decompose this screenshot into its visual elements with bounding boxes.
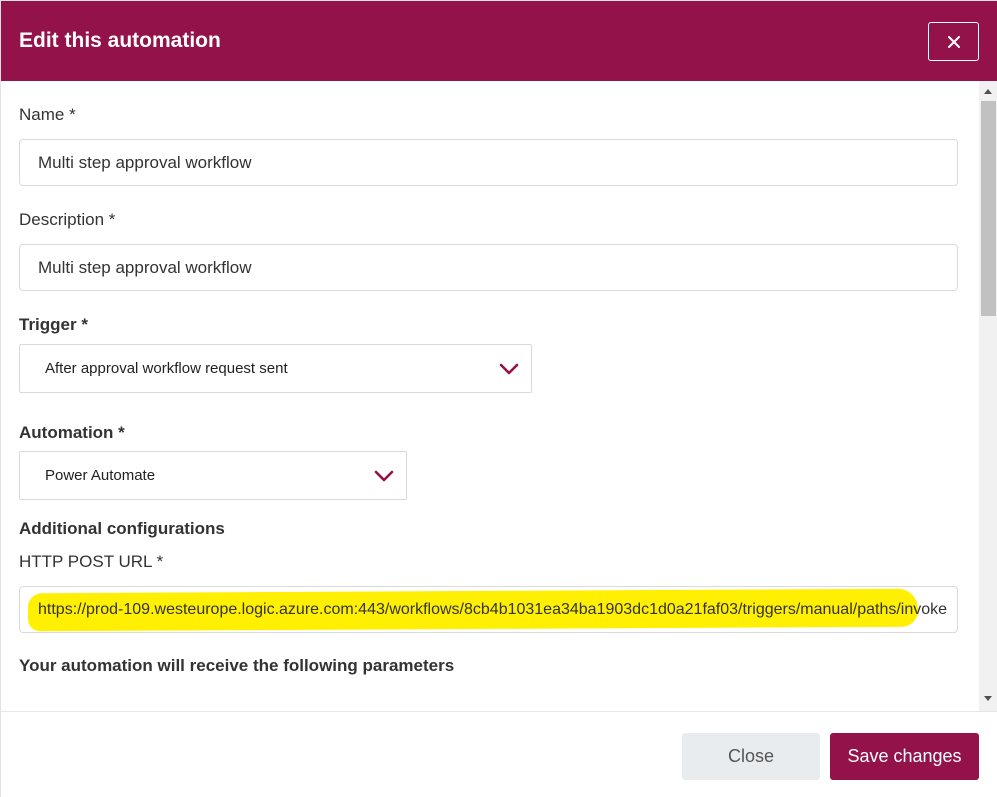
trigger-select[interactable]: After approval workflow request sent [19, 344, 532, 393]
trigger-label: Trigger * [19, 315, 88, 334]
close-button[interactable]: Close [682, 733, 820, 780]
dialog-body: Name * Multi step approval workflow Desc… [1, 81, 979, 711]
dialog-header: Edit this automation [1, 1, 997, 81]
scroll-down-arrow-icon[interactable] [984, 696, 992, 701]
http-post-url-input[interactable]: https://prod-109.westeurope.logic.azure.… [19, 586, 958, 633]
automation-label: Automation * [19, 423, 125, 442]
scroll-thumb[interactable] [981, 101, 996, 316]
parameters-heading: Your automation will receive the followi… [19, 656, 455, 675]
additional-configurations-heading: Additional configurations [19, 519, 225, 538]
dialog-footer: Close Save changes [1, 711, 997, 797]
name-input[interactable]: Multi step approval workflow [19, 139, 958, 186]
description-input[interactable]: Multi step approval workflow [19, 244, 958, 291]
close-icon [948, 36, 960, 48]
save-changes-button[interactable]: Save changes [830, 733, 979, 780]
http-post-url-label: HTTP POST URL * [19, 552, 164, 571]
description-label: Description * [19, 210, 116, 229]
chevron-down-icon [499, 363, 519, 375]
edit-automation-dialog: Edit this automation Name * Multi step a… [0, 0, 997, 797]
dialog-scrollbar[interactable] [979, 81, 997, 711]
chevron-down-icon [374, 470, 394, 482]
automation-select[interactable]: Power Automate [19, 451, 407, 500]
http-post-url-value: https://prod-109.westeurope.logic.azure.… [38, 601, 948, 618]
scroll-up-arrow-icon[interactable] [984, 89, 992, 94]
automation-selected-value: Power Automate [45, 467, 156, 484]
dialog-title: Edit this automation [19, 29, 221, 52]
trigger-selected-value: After approval workflow request sent [45, 360, 288, 377]
dialog-close-button[interactable] [928, 22, 979, 61]
name-label: Name * [19, 105, 76, 124]
